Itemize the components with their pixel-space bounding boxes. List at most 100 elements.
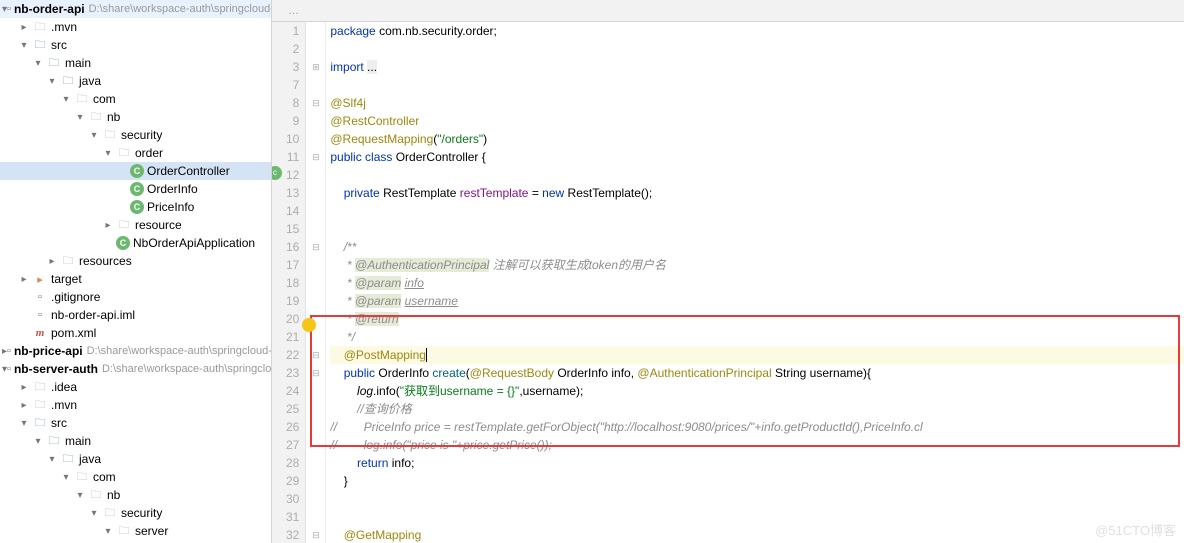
chevron-icon[interactable]: ▾	[44, 454, 60, 465]
code-line-27[interactable]: // log.info("price is "+price.getPrice()…	[330, 436, 1184, 454]
tree-item-pom.xml[interactable]: mpom.xml	[0, 324, 271, 342]
tree-item-resource[interactable]: ▸🗀resource	[0, 216, 271, 234]
fold-toggle[interactable]: ⊟	[306, 238, 325, 256]
fold-toggle[interactable]	[306, 202, 325, 220]
code-line-24[interactable]: log.info("获取到username = {}",username);	[330, 382, 1184, 400]
fold-toggle[interactable]: ⊟	[306, 526, 325, 543]
tree-item-nb-order-api.iml[interactable]: ▫nb-order-api.iml	[0, 306, 271, 324]
fold-toggle[interactable]	[306, 220, 325, 238]
chevron-icon[interactable]: ▸	[16, 400, 32, 411]
fold-toggle[interactable]	[306, 184, 325, 202]
run-gutter-icon[interactable]: c	[272, 166, 282, 180]
fold-toggle[interactable]	[306, 22, 325, 40]
code-editor[interactable]: 1237891011c12131415161718192021222324252…	[272, 22, 1184, 543]
fold-toggle[interactable]	[306, 400, 325, 418]
code-line-11[interactable]: public class OrderController {	[330, 148, 1184, 166]
fold-toggle[interactable]	[306, 382, 325, 400]
code-line-12[interactable]	[330, 166, 1184, 184]
chevron-icon[interactable]: ▾	[58, 94, 74, 105]
chevron-icon[interactable]: ▾	[30, 436, 46, 447]
chevron-icon[interactable]: ▾	[72, 112, 88, 123]
tree-item-nb-order-api[interactable]: ▾▫nb-order-apiD:\share\workspace-auth\sp…	[0, 0, 271, 18]
tree-item-resources[interactable]: ▸🗀resources	[0, 252, 271, 270]
chevron-icon[interactable]: ▾	[100, 526, 116, 537]
fold-toggle[interactable]	[306, 472, 325, 490]
fold-toggle[interactable]: ⊞	[306, 58, 325, 76]
tree-item-security[interactable]: ▾🗀security	[0, 126, 271, 144]
tree-item-nb-price-api[interactable]: ▸▫nb-price-apiD:\share\workspace-auth\sp…	[0, 342, 271, 360]
chevron-icon[interactable]: ▾	[86, 130, 102, 141]
tree-item-java[interactable]: ▾🗀java	[0, 72, 271, 90]
chevron-icon[interactable]: ▸	[44, 256, 60, 267]
chevron-icon[interactable]: ▾	[30, 58, 46, 69]
tree-item-main[interactable]: ▾🗀main	[0, 54, 271, 72]
tree-item-security[interactable]: ▾🗀security	[0, 504, 271, 522]
fold-toggle[interactable]	[306, 508, 325, 526]
chevron-icon[interactable]: ▾	[86, 508, 102, 519]
code-line-21[interactable]: */	[330, 328, 1184, 346]
code-line-3[interactable]: import ...	[330, 58, 1184, 76]
fold-toggle[interactable]	[306, 454, 325, 472]
editor-tab[interactable]: …	[280, 3, 307, 19]
chevron-icon[interactable]: ▾	[72, 490, 88, 501]
chevron-icon[interactable]: ▾	[44, 76, 60, 87]
code-line-25[interactable]: //查询价格	[330, 400, 1184, 418]
fold-toggle[interactable]	[306, 436, 325, 454]
code-line-29[interactable]: }	[330, 472, 1184, 490]
fold-toggle[interactable]: ⊟	[306, 364, 325, 382]
code-line-18[interactable]: * @param info	[330, 274, 1184, 292]
fold-toggle[interactable]: ⊟	[306, 148, 325, 166]
code-line-26[interactable]: // PriceInfo price = restTemplate.getFor…	[330, 418, 1184, 436]
tree-item-orderinfo[interactable]: COrderInfo	[0, 180, 271, 198]
fold-column[interactable]: ⊞⊟⊟⊟⊟⊟⊟⊟	[306, 22, 326, 543]
code-line-19[interactable]: * @param username	[330, 292, 1184, 310]
tree-item-com[interactable]: ▾🗀com	[0, 468, 271, 486]
code-line-2[interactable]	[330, 40, 1184, 58]
tree-item-server[interactable]: ▾🗀server	[0, 522, 271, 540]
code-line-30[interactable]	[330, 490, 1184, 508]
code-line-28[interactable]: return info;	[330, 454, 1184, 472]
tree-item-target[interactable]: ▸▸target	[0, 270, 271, 288]
tree-item-.gitignore[interactable]: ▫.gitignore	[0, 288, 271, 306]
chevron-icon[interactable]: ▾	[58, 472, 74, 483]
code-line-17[interactable]: * @AuthenticationPrincipal 注解可以获取生成token…	[330, 256, 1184, 274]
code-line-1[interactable]: package com.nb.security.order;	[330, 22, 1184, 40]
fold-toggle[interactable]	[306, 418, 325, 436]
tree-item-ordercontroller[interactable]: COrderController	[0, 162, 271, 180]
tree-item-nb[interactable]: ▾🗀nb	[0, 486, 271, 504]
code-line-31[interactable]	[330, 508, 1184, 526]
tree-item-nb-server-auth[interactable]: ▾▫nb-server-authD:\share\workspace-auth\…	[0, 360, 271, 378]
chevron-icon[interactable]: ▸	[16, 22, 32, 33]
tree-item-java[interactable]: ▾🗀java	[0, 450, 271, 468]
fold-toggle[interactable]	[306, 40, 325, 58]
tree-item-nborderapiapplication[interactable]: CNbOrderApiApplication	[0, 234, 271, 252]
code-content[interactable]: package com.nb.security.order; import ...…	[326, 22, 1184, 543]
fold-toggle[interactable]	[306, 76, 325, 94]
project-tree-sidebar[interactable]: ▾▫nb-order-apiD:\share\workspace-auth\sp…	[0, 0, 272, 543]
tree-item-.idea[interactable]: ▸🗀.idea	[0, 378, 271, 396]
code-line-20[interactable]: * @return	[330, 310, 1184, 328]
fold-toggle[interactable]	[306, 130, 325, 148]
chevron-icon[interactable]: ▾	[16, 40, 32, 51]
chevron-icon[interactable]: ▸	[100, 220, 116, 231]
tree-item-.mvn[interactable]: ▸🗀.mvn	[0, 396, 271, 414]
editor-tabs[interactable]: …	[272, 0, 1184, 22]
code-line-15[interactable]	[330, 220, 1184, 238]
fold-toggle[interactable]	[306, 292, 325, 310]
code-line-16[interactable]: /**	[330, 238, 1184, 256]
code-line-23[interactable]: public OrderInfo create(@RequestBody Ord…	[330, 364, 1184, 382]
code-line-22[interactable]: @PostMapping	[330, 346, 1184, 364]
code-line-32[interactable]: @GetMapping	[330, 526, 1184, 543]
fold-toggle[interactable]	[306, 112, 325, 130]
bulb-icon[interactable]	[302, 318, 316, 332]
tree-item-com[interactable]: ▾🗀com	[0, 90, 271, 108]
code-line-9[interactable]: @RestController	[330, 112, 1184, 130]
fold-toggle[interactable]: ⊟	[306, 346, 325, 364]
fold-toggle[interactable]	[306, 490, 325, 508]
fold-toggle[interactable]	[306, 166, 325, 184]
chevron-icon[interactable]: ▾	[100, 148, 116, 159]
chevron-icon[interactable]: ▾	[16, 418, 32, 429]
tree-item-order[interactable]: ▾🗀order	[0, 144, 271, 162]
tree-item-src[interactable]: ▾🗀src	[0, 36, 271, 54]
code-line-7[interactable]	[330, 76, 1184, 94]
